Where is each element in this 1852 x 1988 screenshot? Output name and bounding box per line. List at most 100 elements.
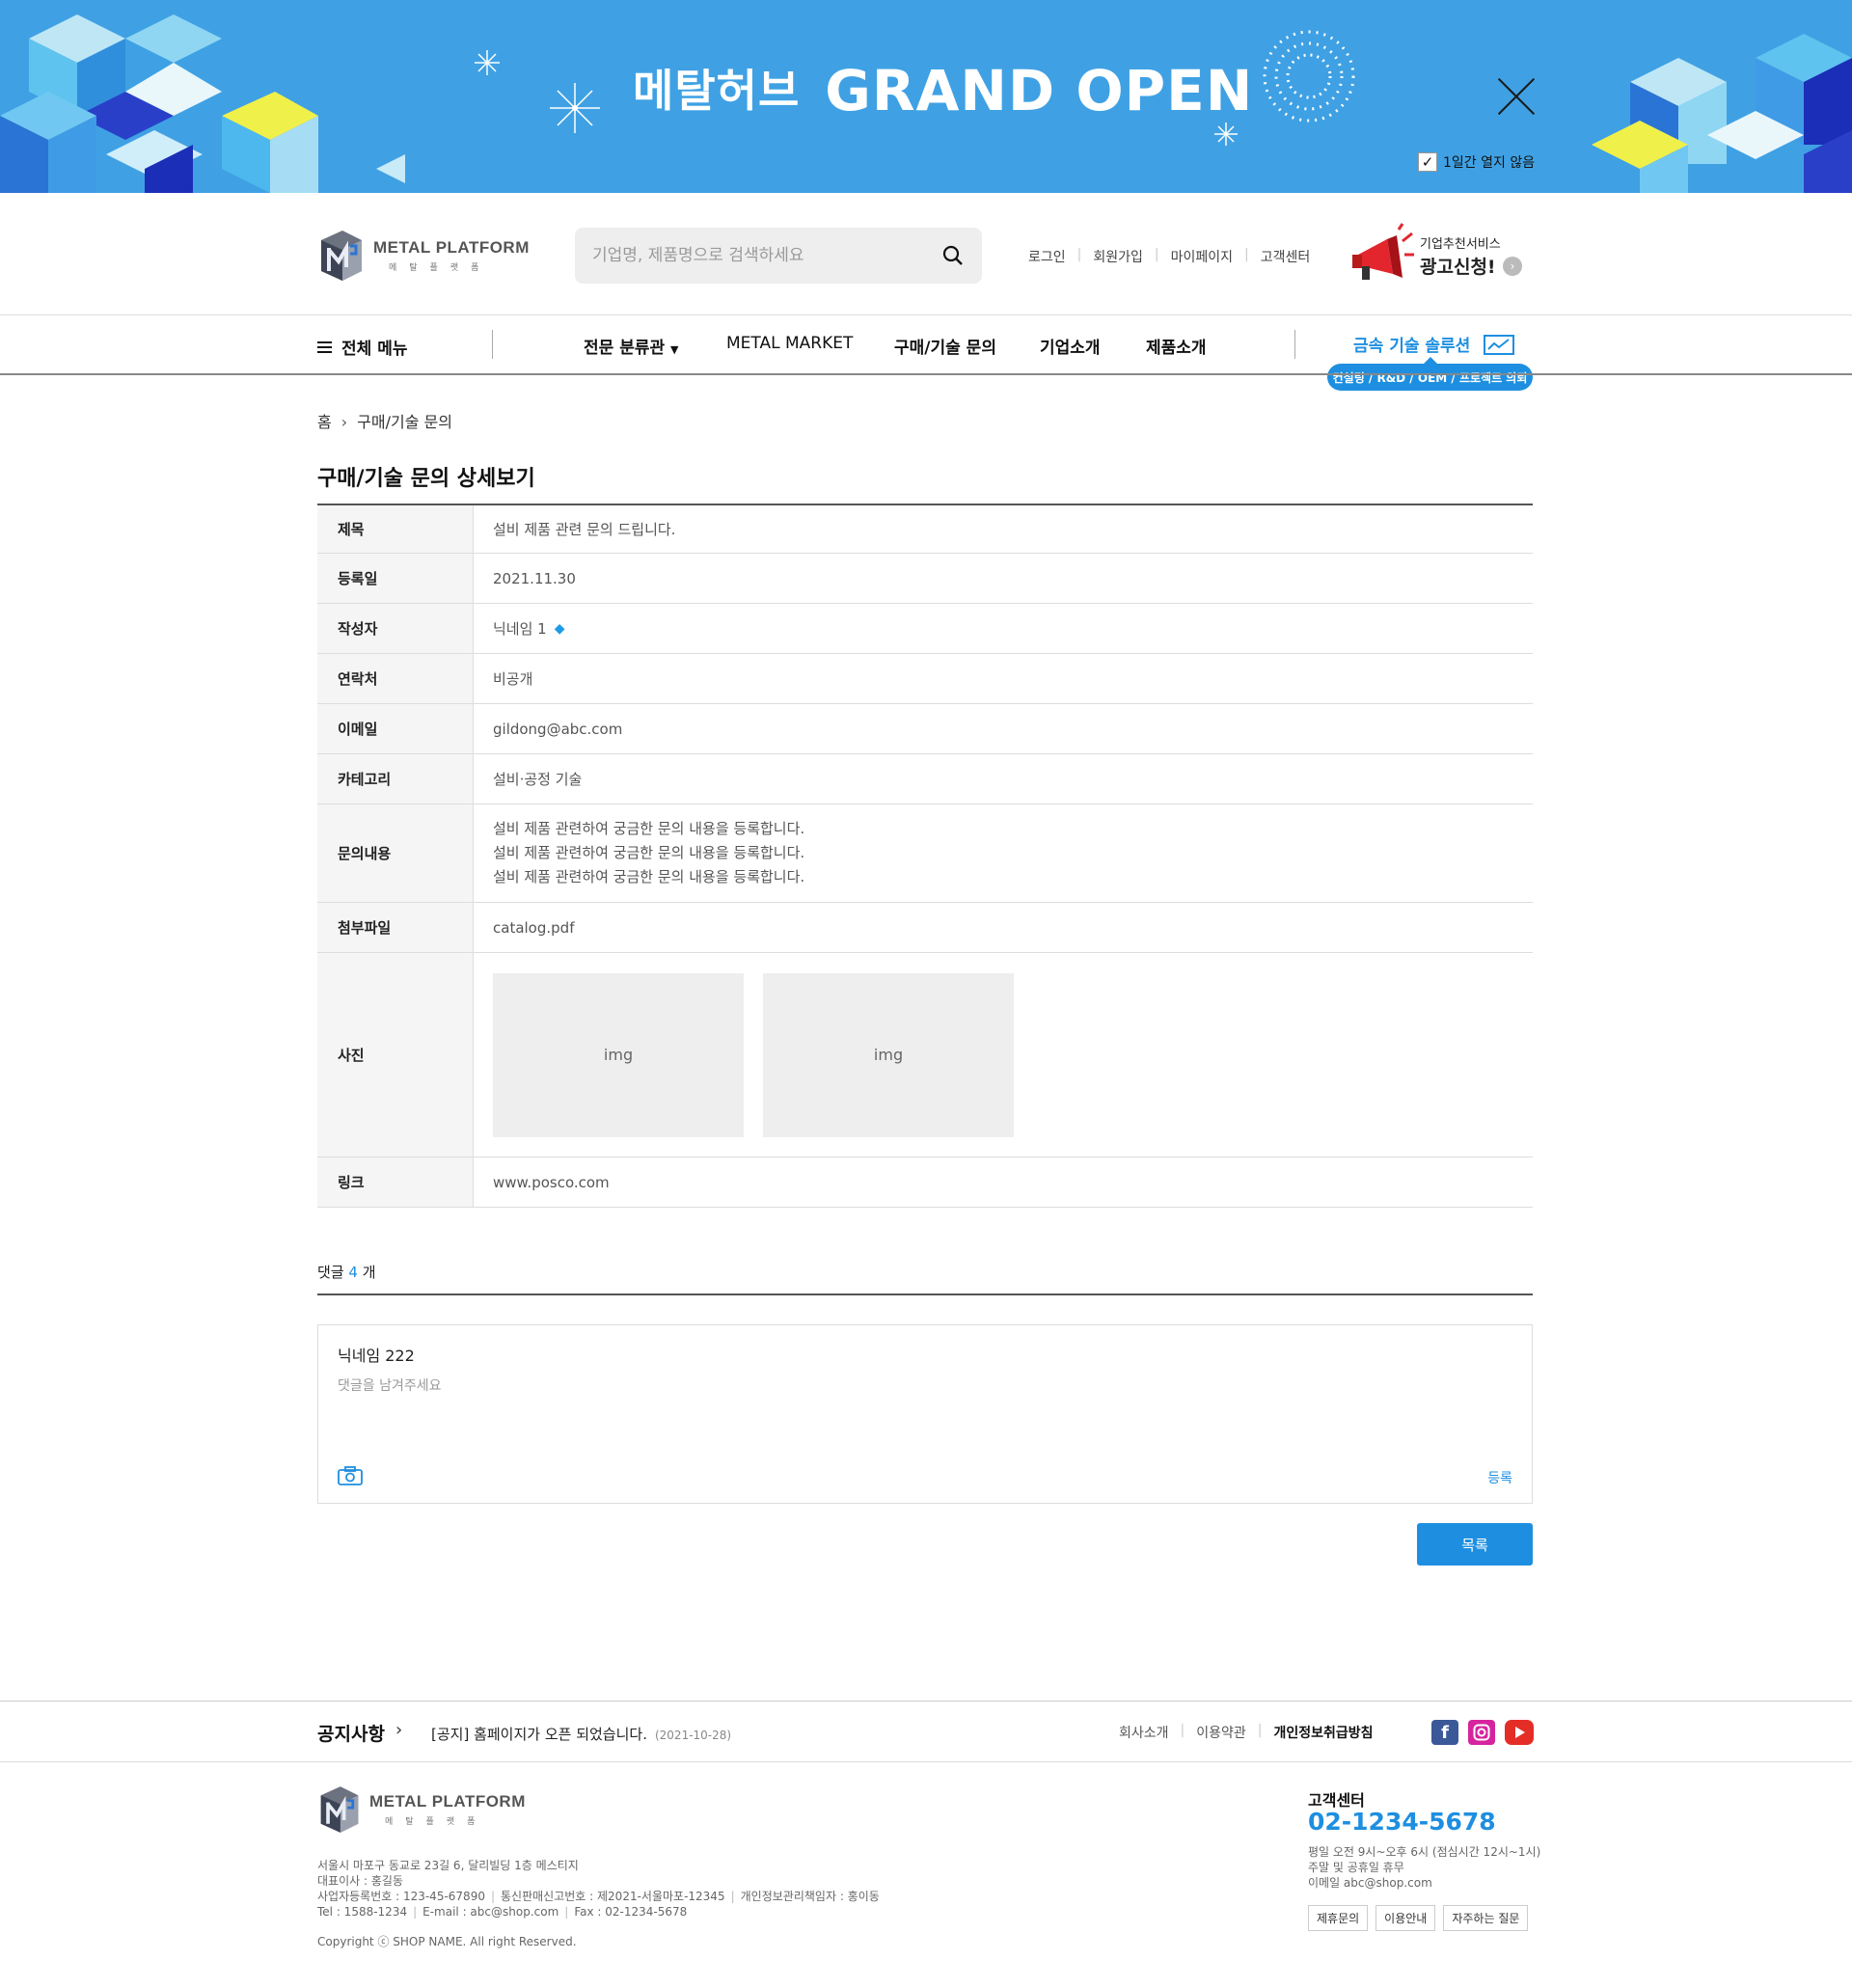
row-label: 제목 xyxy=(317,505,474,553)
inquiry-detail-table: 제목 설비 제품 관련 문의 드립니다. 등록일 2021.11.30 작성자 … xyxy=(317,504,1533,1208)
row-value: 2021.11.30 xyxy=(493,569,576,587)
nav-item-solution[interactable]: 금속 기술 솔루션 xyxy=(1353,332,1515,358)
nav-item-inquiry[interactable]: 구매/기술 문의 xyxy=(894,334,996,358)
firework-icon xyxy=(1263,30,1355,123)
play-glyph xyxy=(1515,1727,1525,1738)
solution-badge[interactable]: 컨설팅 / R&D / OEM / 프로젝트 의뢰 xyxy=(1327,357,1533,391)
nav-item-label: 전문 분류관 xyxy=(584,339,666,358)
content-line: 설비 제품 관련하여 궁금한 문의 내용을 등록합니다. xyxy=(493,820,805,837)
table-row: 연락처 비공개 xyxy=(317,654,1533,704)
all-menu-label: 전체 메뉴 xyxy=(341,340,408,359)
youtube-icon[interactable] xyxy=(1505,1720,1534,1745)
comment-form: 닉네임 222 등록 xyxy=(317,1324,1533,1504)
faq-button[interactable]: 자주하는 질문 xyxy=(1443,1905,1529,1931)
list-button[interactable]: 목록 xyxy=(1417,1523,1533,1566)
logo-text-kr: 메탈플랫폼 xyxy=(385,1817,488,1827)
mail-order-number: 통신판매신고번호 : 제2021-서울마포-12345 xyxy=(501,1890,725,1903)
logo-mark-icon xyxy=(321,231,362,281)
nav-separator xyxy=(1294,330,1295,359)
row-label: 문의내용 xyxy=(317,804,474,902)
nav-item-specialty[interactable]: 전문 분류관 ▼ xyxy=(584,334,679,358)
comment-submit-button[interactable]: 등록 xyxy=(1487,1468,1512,1487)
external-link[interactable]: www.posco.com xyxy=(474,1157,1533,1207)
company-fax: Fax : 02-1234-5678 xyxy=(574,1905,688,1919)
table-row: 이메일 gildong@abc.com xyxy=(317,704,1533,754)
page-title: 구매/기술 문의 상세보기 xyxy=(317,467,535,491)
ad-apply-banner[interactable]: 기업추천서비스 광고신청! › xyxy=(1348,222,1522,289)
promo-banner: 메탈허브 GRAND OPEN ✓ 1일간 열지 않음 xyxy=(0,0,1852,193)
all-menu-button[interactable]: 전체 메뉴 xyxy=(317,335,407,359)
terms-link[interactable]: 이용약관 xyxy=(1196,1723,1246,1742)
instagram-icon[interactable] xyxy=(1468,1720,1495,1745)
arrow-right-icon[interactable]: › xyxy=(1503,257,1522,276)
cs-email: 이메일 abc@shop.com xyxy=(1308,1876,1432,1890)
sparkle-icon xyxy=(550,83,600,133)
nav-item-company[interactable]: 기업소개 xyxy=(1040,334,1101,358)
privacy-policy-link[interactable]: 개인정보취급방침 xyxy=(1274,1723,1374,1742)
partnership-button[interactable]: 제휴문의 xyxy=(1308,1905,1369,1931)
chevron-right-icon[interactable]: › xyxy=(395,1720,402,1740)
banner-title: 메탈허브 GRAND OPEN xyxy=(633,58,1253,123)
breadcrumb-home[interactable]: 홈 xyxy=(317,413,332,431)
company-tel: Tel : 1588-1234 xyxy=(317,1905,408,1919)
facebook-icon[interactable]: f xyxy=(1431,1720,1458,1745)
nav-bottom-divider xyxy=(0,373,1852,375)
table-row: 제목 설비 제품 관련 문의 드립니다. xyxy=(317,505,1533,554)
footer-links: 회사소개 | 이용약관 | 개인정보취급방침 xyxy=(1119,1723,1374,1742)
customer-center-link[interactable]: 고객센터 xyxy=(1261,247,1311,266)
checkmark-icon[interactable]: ✓ xyxy=(1418,152,1437,172)
dont-show-today-label: 1일간 열지 않음 xyxy=(1443,155,1536,171)
table-row: 카테고리 설비·공정 기술 xyxy=(317,754,1533,804)
attachment-link[interactable]: catalog.pdf xyxy=(474,903,1533,952)
table-row: 문의내용 설비 제품 관련하여 궁금한 문의 내용을 등록합니다. 설비 제품 … xyxy=(317,804,1533,903)
company-ceo: 대표이사 : 홍길동 xyxy=(317,1874,403,1888)
close-icon[interactable] xyxy=(1497,77,1536,116)
comment-input[interactable] xyxy=(338,1375,1399,1433)
comment-count-unit: 개 xyxy=(362,1264,376,1281)
logo-mark-icon xyxy=(320,1786,359,1833)
site-logo[interactable]: METAL PLATFORM 메탈플랫폼 xyxy=(317,229,530,283)
notice-item[interactable]: [공지] 홈페이지가 오픈 되었습니다. (2021-10-28) xyxy=(431,1724,731,1744)
company-intro-link[interactable]: 회사소개 xyxy=(1119,1723,1169,1742)
row-value: gildong@abc.com xyxy=(493,720,623,738)
nav-item-product[interactable]: 제품소개 xyxy=(1146,334,1207,358)
search-input[interactable] xyxy=(592,228,930,284)
footer-divider xyxy=(0,1761,1852,1762)
sparkle-icon xyxy=(1214,123,1238,146)
utility-links: 로그인 | 회원가입 | 마이페이지 | 고객센터 xyxy=(1028,247,1311,266)
breadcrumb-current[interactable]: 구매/기술 문의 xyxy=(357,413,452,431)
search-icon[interactable] xyxy=(941,244,965,267)
login-link[interactable]: 로그인 xyxy=(1028,247,1066,266)
hamburger-icon xyxy=(317,340,332,353)
row-label: 링크 xyxy=(317,1157,474,1207)
photo-thumbnail[interactable]: img xyxy=(493,972,744,1137)
comment-count: 댓글 4 개 xyxy=(317,1262,376,1282)
notice-title[interactable]: 공지사항 xyxy=(317,1720,385,1746)
sparkle-icon xyxy=(475,50,500,75)
nav-separator xyxy=(492,330,493,359)
search-bar xyxy=(575,228,982,284)
banner-cubes-left xyxy=(0,14,405,193)
guide-button[interactable]: 이용안내 xyxy=(1375,1905,1436,1931)
row-value: 비공개 xyxy=(493,670,533,688)
row-label: 등록일 xyxy=(317,554,474,603)
chevron-right-icon: › xyxy=(340,413,348,431)
signup-link[interactable]: 회원가입 xyxy=(1093,247,1143,266)
row-value: 설비·공정 기술 xyxy=(493,771,583,788)
photo-thumbnail[interactable]: img xyxy=(763,972,1014,1137)
table-row: 등록일 2021.11.30 xyxy=(317,554,1533,604)
camera-icon[interactable] xyxy=(338,1466,363,1485)
banner-cubes-right xyxy=(1592,34,1852,193)
mypage-link[interactable]: 마이페이지 xyxy=(1171,247,1233,266)
dont-show-today-checkbox[interactable]: ✓ 1일간 열지 않음 xyxy=(1418,152,1535,172)
comment-divider xyxy=(317,1294,1533,1295)
customer-center-phone: 02-1234-5678 xyxy=(1308,1808,1496,1836)
diamond-icon: ◆ xyxy=(554,620,565,637)
privacy-officer: 개인정보관리책임자 : 홍이동 xyxy=(740,1890,880,1903)
company-registration: 사업자등록번호 : 123-45-67890 | 통신판매신고번호 : 제2021-… xyxy=(317,1890,880,1903)
logo-text-en: METAL PLATFORM xyxy=(369,1792,526,1811)
cs-hours: 평일 오전 9시~오후 6시 (점심시간 12시~1시) xyxy=(1308,1845,1541,1859)
logo-text-en: METAL PLATFORM xyxy=(373,238,530,257)
biz-number: 사업자등록번호 : 123-45-67890 xyxy=(317,1890,485,1903)
nav-item-metal-market[interactable]: METAL MARKET xyxy=(726,334,853,353)
